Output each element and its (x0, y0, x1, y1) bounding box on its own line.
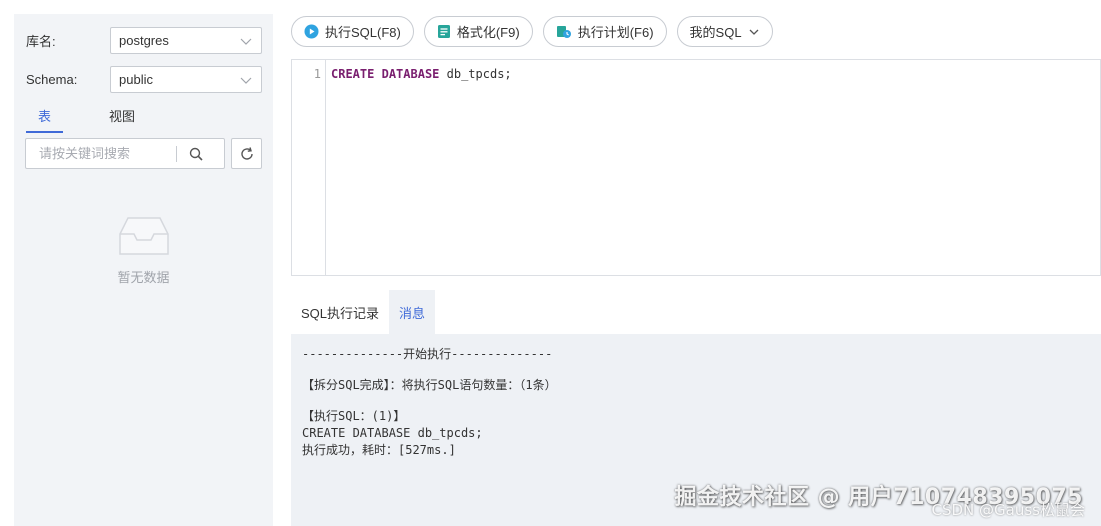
search-icon (189, 147, 203, 161)
empty-box-icon (118, 217, 169, 255)
result-tabs: SQL执行记录 消息 (291, 290, 436, 334)
my-sql-dropdown[interactable]: 我的SQL (676, 16, 773, 47)
chevron-down-icon (240, 77, 252, 84)
message-start: --------------开始执行-------------- (302, 347, 553, 361)
tab-tables[interactable]: 表 (26, 106, 64, 133)
database-label: 库名: (26, 34, 56, 49)
tab-sql-history[interactable]: SQL执行记录 (291, 290, 389, 334)
message-split: 【拆分SQL完成】：将执行SQL语句数量：（1条） (302, 378, 557, 392)
sql-text: db_tpcds; (439, 67, 512, 81)
run-sql-button[interactable]: 执行SQL(F8) (291, 16, 414, 47)
format-button[interactable]: 格式化(F9) (423, 16, 533, 47)
refresh-button[interactable] (231, 138, 262, 169)
play-icon (304, 24, 319, 39)
plan-icon (556, 26, 571, 38)
database-select[interactable]: postgres (110, 27, 262, 54)
line-number-gutter: 1 (292, 60, 326, 275)
tab-messages[interactable]: 消息 (389, 290, 436, 334)
document-icon (437, 25, 450, 38)
message-exec-result: 执行成功，耗时：[527ms.] (302, 443, 456, 457)
format-label: 格式化(F9) (456, 25, 520, 40)
search-input[interactable] (26, 139, 176, 168)
explain-plan-button[interactable]: 执行计划(F6) (542, 16, 667, 47)
object-browser-panel: 库名: postgres Schema: public 表 视图 暂无数据 (14, 14, 273, 526)
sql-keyword: DATABASE (381, 67, 440, 81)
schema-select-value: public (119, 72, 153, 87)
run-sql-label: 执行SQL(F8) (325, 25, 401, 40)
empty-state: 暂无数据 (14, 214, 273, 286)
sql-keyword: CREATE (331, 67, 375, 81)
refresh-icon (240, 146, 253, 160)
object-type-tabs: 表 视图 (26, 106, 181, 133)
schema-label: Schema: (26, 72, 78, 87)
my-sql-label: 我的SQL (689, 25, 742, 40)
message-exec-sql: CREATE DATABASE db_tpcds; (302, 426, 483, 440)
tab-views[interactable]: 视图 (109, 106, 135, 133)
code-line[interactable]: CREATE DATABASE db_tpcds; (331, 67, 512, 81)
database-select-value: postgres (119, 33, 169, 48)
explain-plan-label: 执行计划(F6) (577, 25, 654, 40)
chevron-down-icon (240, 38, 252, 45)
database-row: 库名: postgres (26, 27, 262, 54)
sql-editor[interactable]: 1 CREATE DATABASE db_tpcds; (291, 59, 1101, 276)
schema-row: Schema: public (26, 66, 262, 93)
editor-toolbar: 执行SQL(F8) 格式化(F9) 执行计划(F6) 我的SQL (291, 16, 783, 47)
line-number: 1 (313, 67, 321, 81)
search-box (25, 138, 225, 169)
empty-text: 暂无数据 (117, 270, 170, 285)
schema-select[interactable]: public (110, 66, 262, 93)
message-exec-header: 【执行SQL：(1)】 (302, 409, 406, 423)
chevron-down-icon (749, 29, 759, 35)
search-button[interactable] (177, 139, 215, 168)
watermark-sub: CSDN @Gauss松鼠会 (931, 501, 1086, 519)
